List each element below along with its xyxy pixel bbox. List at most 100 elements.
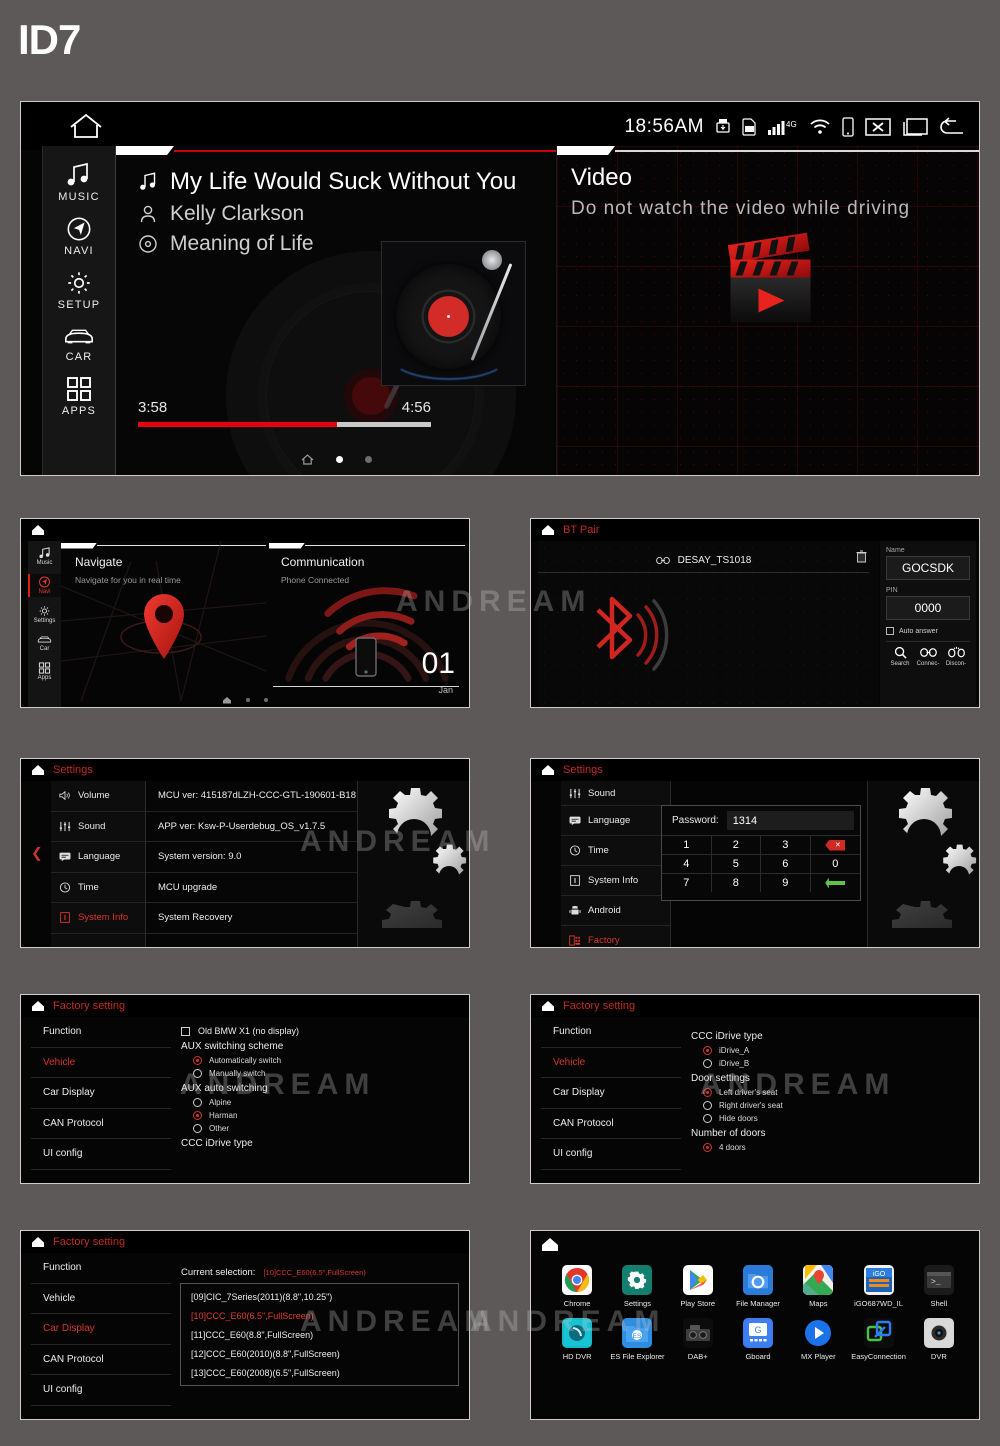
settings-menu-language[interactable]: Language <box>51 842 145 873</box>
list-item[interactable]: MCU ver: 415187dLZH-CCC-GTL-190601-B18 <box>146 781 357 812</box>
radio-option[interactable]: Right driver's seat <box>703 1101 979 1110</box>
clapperboard-play-icon[interactable] <box>701 222 836 347</box>
radio-icon[interactable] <box>703 1114 712 1123</box>
app-igo[interactable]: iGO iGO687WD_IL <box>848 1265 908 1308</box>
radio-option[interactable]: Automatically switch <box>193 1056 469 1065</box>
factory-menu-can-protocol[interactable]: CAN Protocol <box>31 1345 171 1375</box>
page-dots[interactable] <box>21 696 469 704</box>
bt-pin-field[interactable]: 0000 <box>886 596 970 620</box>
radio-option[interactable]: iDrive_B <box>703 1059 979 1068</box>
app-file-manager[interactable]: File Manager <box>728 1265 788 1308</box>
key-backspace[interactable]: ✕ <box>810 835 860 854</box>
app-maps[interactable]: Maps <box>788 1265 848 1308</box>
factory-menu-function[interactable]: Function <box>541 1017 681 1048</box>
key-9[interactable]: 9 <box>761 873 811 892</box>
list-item-selected[interactable]: [10]CCC_E60(6.5",FullScreen) <box>181 1306 458 1325</box>
settings-menu-time[interactable]: Time <box>561 836 670 866</box>
factory-menu-vehicle[interactable]: Vehicle <box>541 1048 681 1078</box>
communication-card[interactable]: Communication Phone Connected 01 Jan <box>269 541 465 707</box>
factory-menu-ui-config[interactable]: UI config <box>541 1139 681 1170</box>
key-0[interactable]: 0 <box>810 854 860 873</box>
app-dab[interactable]: DAB+ <box>668 1318 728 1361</box>
radio-option[interactable]: Alpine <box>193 1098 469 1107</box>
radio-option[interactable]: Manually switch <box>193 1069 469 1078</box>
home-icon[interactable] <box>31 1000 45 1012</box>
playback-progress[interactable]: 3:58 4:56 <box>138 399 431 427</box>
radio-icon[interactable] <box>193 1124 202 1133</box>
bt-search-button[interactable]: Search <box>886 646 914 667</box>
app-settings[interactable]: Settings <box>607 1265 667 1308</box>
password-dialog[interactable]: Password: 1314 1 2 3 ✕ 4 5 6 0 7 8 9 <box>661 805 861 901</box>
list-item[interactable]: [12]CCC_E60(2010)(8.8",FullScreen) <box>181 1344 458 1363</box>
paired-device-row[interactable]: DESAY_TS1018 <box>538 549 869 573</box>
auto-answer-checkbox[interactable] <box>886 627 894 635</box>
home-icon[interactable] <box>301 454 314 465</box>
radio-icon[interactable] <box>703 1143 712 1152</box>
video-tab-indicator[interactable] <box>557 146 979 156</box>
page-dot[interactable] <box>246 698 250 702</box>
progress-track[interactable] <box>138 422 431 427</box>
radio-icon[interactable] <box>193 1111 202 1120</box>
navigate-card[interactable]: Navigate Navigate for you in real time <box>61 541 266 707</box>
radio-option[interactable]: iDrive_A <box>703 1046 979 1055</box>
app-es-file-explorer[interactable]: ES ES File Explorer <box>607 1318 667 1361</box>
home-icon[interactable] <box>541 764 555 776</box>
factory-menu-can-protocol[interactable]: CAN Protocol <box>541 1109 681 1139</box>
radio-icon[interactable] <box>703 1046 712 1055</box>
radio-icon[interactable] <box>193 1098 202 1107</box>
sidebar-item-music[interactable]: MUSIC <box>43 162 115 203</box>
app-mx-player[interactable]: MX Player <box>788 1318 848 1361</box>
multitask-icon[interactable] <box>902 117 928 137</box>
settings-menu-language[interactable]: Language <box>561 806 670 836</box>
list-item[interactable]: System Recovery <box>146 903 357 934</box>
trash-icon[interactable] <box>856 550 867 563</box>
page-dot[interactable] <box>264 698 268 702</box>
list-item[interactable]: MCU upgrade <box>146 873 357 903</box>
sidebar-item-apps[interactable]: APPS <box>43 376 115 417</box>
app-chrome[interactable]: Chrome <box>547 1265 607 1308</box>
factory-menu-ui-config[interactable]: UI config <box>31 1139 171 1170</box>
radio-option[interactable]: Harman <box>193 1111 469 1120</box>
key-2[interactable]: 2 <box>711 835 761 854</box>
settings-menu-system-info[interactable]: System Info <box>561 866 670 896</box>
auto-answer-row[interactable]: Auto answer <box>886 627 970 635</box>
home-icon[interactable] <box>31 524 45 536</box>
settings-menu-system-info[interactable]: System Info <box>51 903 145 934</box>
list-item[interactable]: [13]CCC_E60(2008)(6.5",FullScreen) <box>181 1363 458 1382</box>
factory-menu-function[interactable]: Function <box>31 1253 171 1284</box>
music-tab-indicator[interactable] <box>116 146 556 156</box>
radio-option[interactable]: Other <box>193 1124 469 1133</box>
radio-icon[interactable] <box>703 1101 712 1110</box>
radio-option[interactable]: Left driver's seat <box>703 1088 979 1097</box>
list-item[interactable]: [11]CCC_E60(8.8",FullScreen) <box>181 1325 458 1344</box>
key-5[interactable]: 5 <box>711 854 761 873</box>
key-8[interactable]: 8 <box>711 873 761 892</box>
page-dot[interactable] <box>364 456 372 463</box>
key-4[interactable]: 4 <box>662 854 712 873</box>
sidebar-item-music[interactable]: Music <box>28 545 61 568</box>
settings-menu-time[interactable]: Time <box>51 873 145 903</box>
key-7[interactable]: 7 <box>662 873 712 892</box>
home-icon[interactable] <box>222 696 232 704</box>
page-dots[interactable] <box>116 454 556 465</box>
settings-menu-volume[interactable]: Volume <box>51 781 145 812</box>
key-1[interactable]: 1 <box>662 835 712 854</box>
settings-menu-factory[interactable]: Factory <box>561 926 670 947</box>
radio-icon[interactable] <box>193 1069 202 1078</box>
old-bmw-x1-row[interactable]: Old BMW X1 (no display) <box>181 1026 469 1036</box>
factory-menu-can-protocol[interactable]: CAN Protocol <box>31 1109 171 1139</box>
radio-icon[interactable] <box>703 1059 712 1068</box>
factory-menu-function[interactable]: Function <box>31 1017 171 1048</box>
video-pane[interactable]: Video Do not watch the video while drivi… <box>556 146 979 475</box>
chevron-left-icon[interactable]: ❮ <box>31 845 43 862</box>
home-icon[interactable] <box>541 524 555 536</box>
key-3[interactable]: 3 <box>761 835 811 854</box>
old-bmw-x1-checkbox[interactable] <box>181 1026 190 1036</box>
password-input[interactable]: 1314 <box>726 811 854 830</box>
key-enter[interactable] <box>810 873 860 892</box>
app-shell[interactable]: >_ Shell <box>909 1265 969 1308</box>
settings-menu-sound[interactable]: Sound <box>561 781 670 806</box>
home-icon[interactable] <box>31 764 45 776</box>
back-arrow-icon[interactable] <box>939 117 965 137</box>
list-item[interactable]: System version: 9.0 <box>146 842 357 873</box>
